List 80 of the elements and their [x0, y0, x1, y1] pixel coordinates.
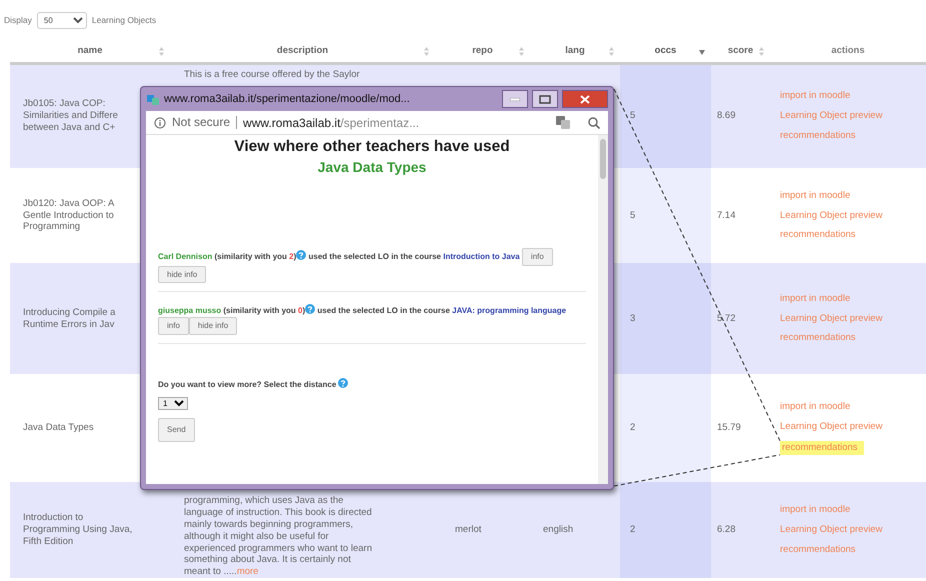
- table-cell: 7.14: [717, 210, 736, 221]
- url-text: www.roma3ailab.it/sperimentaz...: [243, 114, 420, 132]
- usage-text: used the selected LO in the course: [317, 306, 450, 316]
- action-link[interactable]: recommendations: [780, 229, 856, 242]
- window-title: www.roma3ailab.it/sperimentazione/moodle/mod...: [164, 92, 411, 107]
- minimize-button[interactable]: [502, 90, 528, 108]
- teacher-link[interactable]: Carl Dennison: [158, 252, 212, 262]
- maximize-button[interactable]: [532, 90, 558, 108]
- description-text: programming, which uses Java as the language of instruction. This book is directed mainly towards beginning programmers, although it might also be useful for experienced programmers who want to learn something about Java. It is certainly not meant to .....more: [184, 495, 372, 578]
- column-header[interactable]: score: [728, 44, 754, 56]
- minimize-icon: [510, 98, 520, 100]
- distance-select[interactable]: 1: [158, 396, 188, 410]
- info-icon[interactable]: [154, 116, 166, 128]
- column-header[interactable]: description: [276, 44, 328, 56]
- column-header[interactable]: lang: [565, 44, 585, 56]
- table-cell: 8.69: [717, 110, 736, 122]
- table-cell: Jb0105: Java COP: Similarities and Differe between Java and C+: [23, 98, 118, 134]
- column-header[interactable]: occs: [654, 44, 676, 56]
- site-icon: [146, 92, 160, 106]
- security-label: Not secure: [172, 116, 238, 129]
- action-link[interactable]: Learning Object preview: [780, 421, 882, 433]
- table-cell: english: [543, 524, 574, 536]
- help-icon[interactable]: [305, 304, 316, 314]
- action-link[interactable]: import in moodle: [780, 190, 850, 202]
- similarity-text: (similarity with you 2): [214, 252, 296, 262]
- more-link[interactable]: more: [236, 566, 258, 578]
- info-button[interactable]: info: [158, 317, 189, 335]
- close-icon: [580, 94, 590, 104]
- action-link[interactable]: import in moodle: [780, 401, 850, 414]
- page-size-select[interactable]: 50: [36, 12, 87, 28]
- popup-heading: View where other teachers have used: [233, 137, 511, 157]
- column-header[interactable]: repo: [472, 44, 493, 56]
- sort-icon[interactable]: [699, 50, 705, 55]
- display-label: Display: [4, 14, 32, 26]
- info-button[interactable]: hide info: [188, 317, 238, 335]
- table-cell: 6.28: [717, 524, 736, 536]
- table-cell: merlot: [455, 524, 482, 536]
- course-link[interactable]: JAVA: programming language: [452, 306, 566, 316]
- table-cell: Introducing Compile a Runtime Errors in Jav: [23, 306, 116, 330]
- table-cell: Jb0120: Java OOP: A Gentle Introduction to Programming: [23, 198, 114, 232]
- translate-icon[interactable]: [556, 116, 570, 129]
- table-cell: 5.72: [717, 312, 736, 324]
- help-icon[interactable]: [338, 378, 348, 388]
- action-link[interactable]: import in moodle: [780, 292, 850, 305]
- table-cell: 5: [630, 110, 636, 122]
- action-link[interactable]: Learning Object preview: [780, 312, 882, 324]
- maximize-icon: [539, 94, 551, 104]
- action-link[interactable]: Learning Object preview: [780, 524, 882, 536]
- table-cell: 2: [630, 524, 636, 536]
- search-icon[interactable]: [588, 116, 600, 128]
- question-text: Do you want to view more? Select the distance: [158, 380, 336, 389]
- display-suffix: Learning Objects: [92, 14, 156, 26]
- description-text: This is a free course offered by the Saylor: [184, 68, 360, 80]
- table-cell: 15.79: [717, 422, 741, 434]
- table-cell: Java Data Types: [23, 422, 94, 434]
- action-link[interactable]: recommendations: [780, 544, 856, 556]
- similarity-text: (similarity with you 0): [223, 306, 306, 316]
- action-link[interactable]: recommendations: [780, 332, 856, 344]
- action-link[interactable]: Learning Object preview: [780, 210, 882, 222]
- table-cell: 5: [630, 210, 636, 221]
- scrollbar[interactable]: [598, 135, 608, 484]
- action-link[interactable]: import in moodle: [780, 504, 850, 516]
- info-button[interactable]: hide info: [158, 266, 206, 284]
- action-link[interactable]: import in moodle: [780, 90, 850, 102]
- action-link[interactable]: recommendations: [780, 440, 864, 455]
- course-link[interactable]: Introduction to Java: [443, 252, 520, 262]
- action-link[interactable]: recommendations: [780, 130, 856, 142]
- popup-subject: Java Data Types: [316, 158, 428, 178]
- table-cell: 3: [630, 312, 636, 324]
- info-button[interactable]: info: [522, 248, 553, 266]
- table-cell: 2: [630, 422, 636, 434]
- usage-text: used the selected LO in the course: [308, 252, 441, 262]
- column-header[interactable]: name: [78, 44, 102, 56]
- close-button[interactable]: [562, 90, 608, 108]
- action-link[interactable]: Learning Object preview: [780, 110, 882, 122]
- table-cell: Introduction to Programming Using Java, Fifth Edition: [23, 512, 132, 547]
- teacher-link[interactable]: giuseppa musso: [158, 306, 222, 316]
- column-header[interactable]: actions: [831, 44, 865, 56]
- help-icon[interactable]: [296, 250, 306, 260]
- send-button[interactable]: Send: [158, 418, 195, 442]
